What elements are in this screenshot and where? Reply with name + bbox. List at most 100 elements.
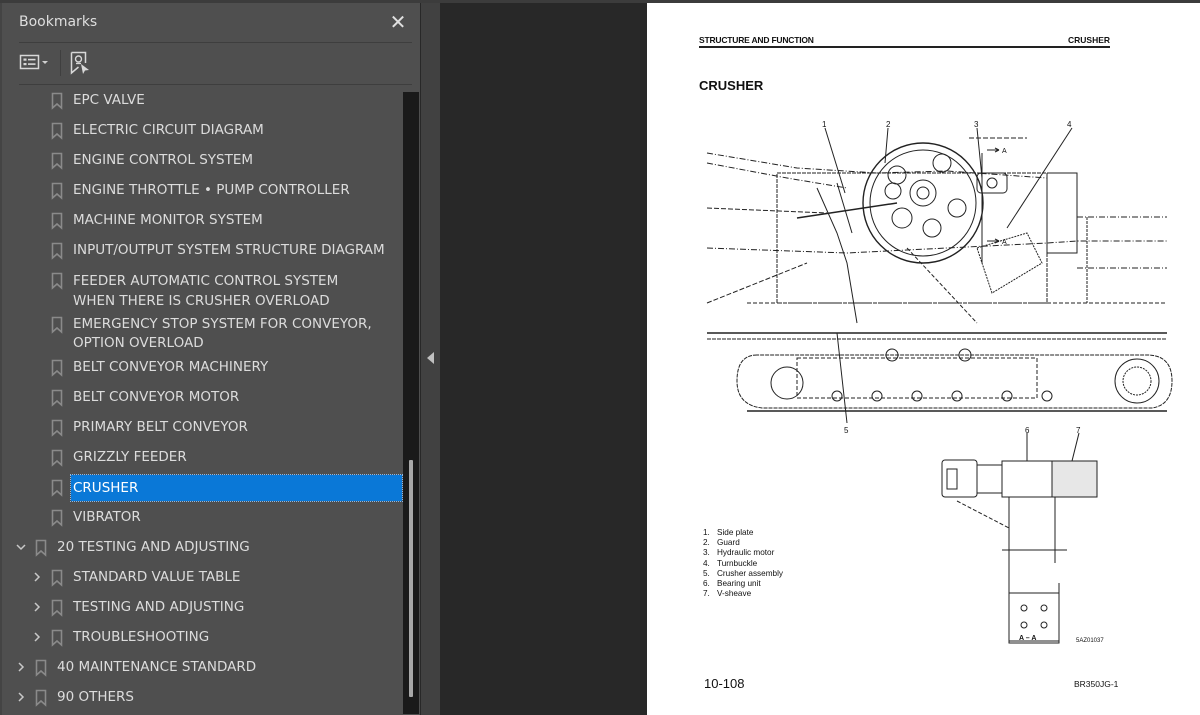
legend-entry: 6. Bearing unit	[703, 579, 783, 589]
bookmark-icon	[51, 212, 63, 230]
callout-4: 4	[1067, 120, 1072, 129]
legend-text: Turnbuckle	[717, 558, 758, 568]
options-menu-button[interactable]	[19, 52, 49, 72]
bookmark-search-icon	[70, 51, 89, 75]
legend-text: Bearing unit	[717, 579, 761, 589]
chevron-right-icon[interactable]	[31, 630, 43, 646]
legend-entry: 1. Side plate	[703, 528, 783, 538]
bookmark-icon	[51, 599, 63, 617]
chevron-right-icon[interactable]	[31, 570, 43, 586]
bookmark-label[interactable]: ELECTRIC CIRCUIT DIAGRAM	[71, 121, 266, 140]
bookmark-icon	[51, 316, 63, 334]
bookmark-label[interactable]: FEEDER AUTOMATIC CONTROL SYSTEM WHEN THE…	[71, 271, 371, 311]
bookmark-icon	[51, 509, 63, 527]
legend-number: 7.	[703, 589, 710, 599]
legend-number: 3.	[703, 548, 710, 558]
close-panel-button[interactable]: ✕	[388, 10, 408, 34]
bookmark-label[interactable]: MACHINE MONITOR SYSTEM	[71, 211, 265, 230]
section-marker-top: A	[1002, 148, 1007, 155]
document-page: STRUCTURE AND FUNCTION CRUSHER CRUSHER 1…	[647, 3, 1200, 715]
close-icon: ✕	[389, 10, 407, 34]
bookmark-icon	[35, 689, 47, 707]
bookmark-label[interactable]: ENGINE CONTROL SYSTEM	[71, 151, 255, 170]
bookmark-label[interactable]: VIBRATOR	[71, 508, 143, 527]
bookmarks-tree: EPC VALVE ELECTRIC CIRCUIT DIAGRAM ENGINE …	[2, 86, 403, 715]
legend-entry: 3. Hydraulic motor	[703, 548, 783, 558]
bookmark-label[interactable]: STANDARD VALUE TABLE	[71, 568, 242, 587]
legend-entry: 5. Crusher assembly	[703, 569, 783, 579]
divider	[19, 42, 412, 43]
section-marker-bottom: A	[1002, 239, 1007, 246]
callout-3: 3	[974, 120, 979, 129]
machine-side-view	[706, 127, 1173, 424]
caret-down-icon	[42, 61, 48, 64]
bookmark-label[interactable]: TESTING AND ADJUSTING	[71, 598, 246, 617]
callout-2: 2	[886, 120, 891, 129]
bookmark-icon	[51, 92, 63, 110]
section-a-a-view	[941, 432, 1098, 644]
section-label: A – A	[1019, 635, 1037, 642]
bookmark-icon	[35, 539, 47, 557]
bookmark-icon	[51, 569, 63, 587]
bookmark-icon	[51, 122, 63, 140]
bookmarks-panel: Bookmarks ✕ EPC VALVE ELECTRIC CIRCUIT DI…	[0, 3, 420, 715]
crusher-diagram: 1 2 3 4 5 6 7 A A	[706, 120, 1173, 644]
list-options-icon	[19, 54, 40, 70]
legend-text: Hydraulic motor	[717, 548, 775, 558]
bookmark-icon	[51, 389, 63, 407]
bookmark-label[interactable]: 90 OTHERS	[55, 688, 136, 707]
legend-number: 1.	[703, 528, 710, 537]
legend-text: Side plate	[717, 528, 754, 537]
figure-code: 5AZ01037	[1076, 638, 1104, 644]
bookmark-label[interactable]: BELT CONVEYOR MOTOR	[71, 388, 241, 407]
bookmark-label[interactable]: BELT CONVEYOR MACHINERY	[71, 358, 270, 377]
parts-legend: 1. Side plate 2. Guard 3. Hydraulic motor 4. Tu…	[703, 528, 783, 599]
bookmark-icon	[35, 659, 47, 677]
bookmark-label[interactable]: INPUT/OUTPUT SYSTEM STRUCTURE DIAGRAM	[71, 241, 387, 260]
divider	[19, 84, 412, 85]
bookmark-label[interactable]: CRUSHER	[70, 474, 403, 502]
panel-title: Bookmarks	[19, 14, 98, 30]
page-number: 10-108	[704, 676, 745, 691]
legend-text: Crusher assembly	[717, 568, 783, 578]
triangle-left-icon[interactable]	[427, 352, 434, 364]
bookmark-label[interactable]: EPC VALVE	[71, 91, 147, 110]
legend-entry: 2. Guard	[703, 538, 783, 548]
bookmark-icon	[51, 629, 63, 647]
bookmark-label[interactable]: PRIMARY BELT CONVEYOR	[71, 418, 250, 437]
find-current-bookmark-button[interactable]	[69, 51, 91, 75]
legend-number: 2.	[703, 538, 710, 548]
scrollbar-thumb[interactable]	[409, 460, 413, 697]
bookmark-label[interactable]: 40 MAINTENANCE STANDARD	[55, 658, 258, 677]
bookmark-icon	[51, 419, 63, 437]
bookmark-label[interactable]: TROUBLESHOOTING	[71, 628, 211, 647]
bookmark-icon	[51, 359, 63, 377]
legend-number: 5.	[703, 568, 710, 578]
legend-number: 6.	[703, 579, 710, 589]
callout-labels: 1 2 3 4 5 6 7 A A	[822, 120, 1081, 435]
bookmark-icon	[51, 479, 63, 497]
bookmark-label[interactable]: EMERGENCY STOP SYSTEM FOR CONVEYOR, OPTI…	[71, 315, 403, 353]
chevron-right-icon[interactable]	[31, 600, 43, 616]
callout-5: 5	[844, 426, 849, 435]
chevron-down-icon[interactable]	[15, 540, 27, 556]
legend-text: Guard	[717, 538, 740, 548]
bookmark-icon	[51, 242, 63, 260]
chevron-right-icon[interactable]	[15, 660, 27, 676]
toolbar-divider	[60, 50, 61, 76]
bookmark-icon	[51, 449, 63, 467]
legend-entry: 7. V-sheave	[703, 589, 783, 599]
bookmark-label[interactable]: ENGINE THROTTLE • PUMP CONTROLLER	[71, 181, 352, 200]
bookmark-icon	[51, 152, 63, 170]
legend-entry: 4. Turnbuckle	[703, 559, 783, 569]
bookmark-icon	[51, 272, 63, 290]
chevron-right-icon[interactable]	[15, 690, 27, 706]
bookmark-label[interactable]: 20 TESTING AND ADJUSTING	[55, 538, 252, 557]
bookmark-icon	[51, 182, 63, 200]
legend-text: V-sheave	[717, 589, 752, 599]
model-code: BR350JG-1	[1074, 679, 1119, 689]
legend-number: 4.	[703, 558, 710, 568]
callout-7: 7	[1076, 426, 1081, 435]
bookmark-label[interactable]: GRIZZLY FEEDER	[71, 448, 189, 467]
callout-1: 1	[822, 120, 827, 129]
